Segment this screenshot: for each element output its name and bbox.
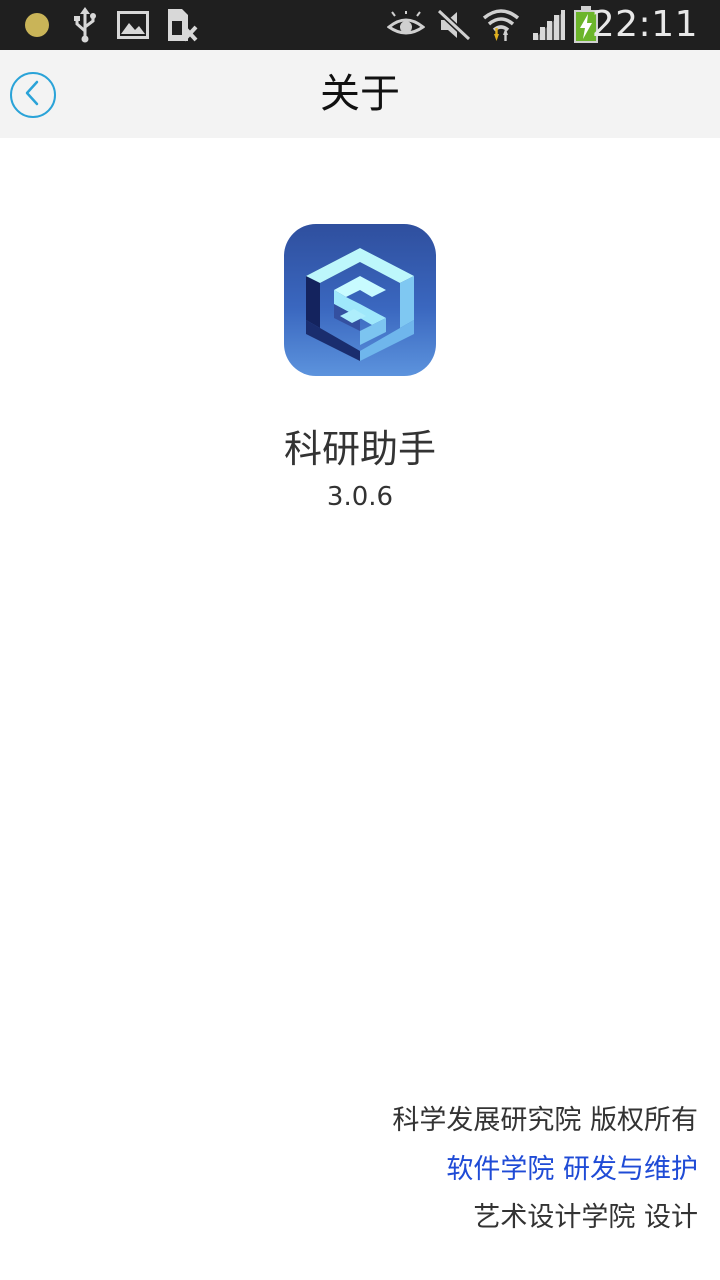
title-bar: 关于 [0,50,720,138]
back-button[interactable] [10,72,56,118]
wifi-icon [481,0,521,50]
muted-icon [436,0,472,50]
sim-card-x-icon [165,0,199,50]
chevron-left-icon [23,80,43,110]
app-logo-icon [284,224,436,376]
app-version: 3.0.6 [326,482,394,512]
signal-icon [530,0,568,50]
usb-icon [70,0,100,50]
status-bar: 22:11 [0,0,720,50]
design-credit-text: 艺术设计学院 设计 [473,1202,698,1233]
image-icon [116,0,150,50]
maintenance-link[interactable]: 软件学院 研发与维护 [446,1147,698,1186]
status-time: 22:11 [591,4,698,45]
copyright-text: 科学发展研究院 版权所有 [392,1105,698,1136]
notification-dot-icon [22,0,52,50]
page-title: 关于 [320,71,400,117]
app-name: 科研助手 [283,427,436,471]
eye-icon [386,0,426,50]
